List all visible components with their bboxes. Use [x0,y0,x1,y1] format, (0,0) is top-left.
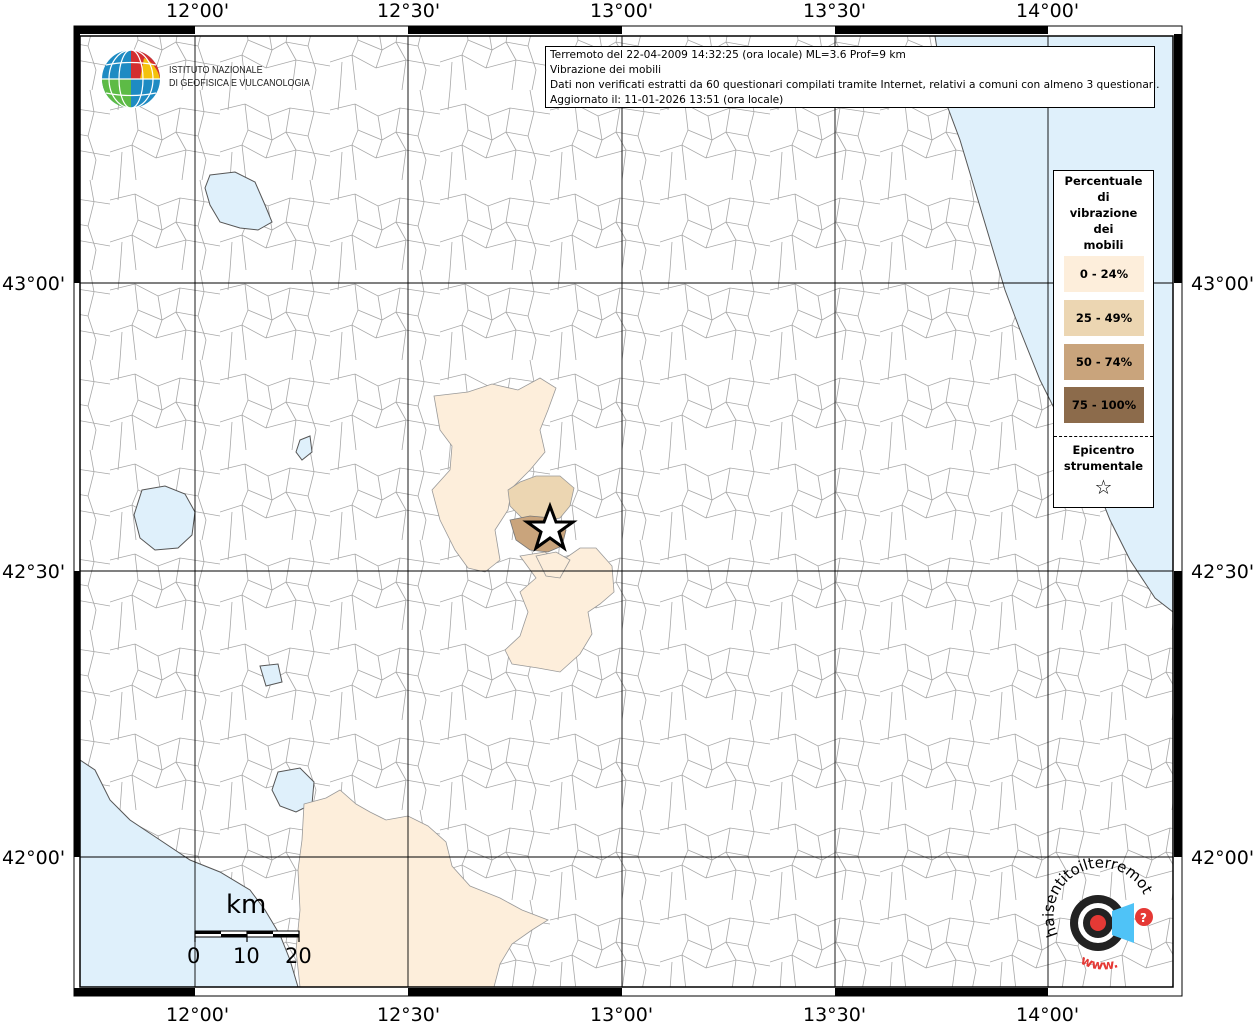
lon-label-top-1400: 14°00' [1016,0,1079,22]
legend-title-line4: dei [1093,222,1114,236]
lon-label-bottom-1200: 12°00' [166,1004,229,1024]
legend-title-line2: di [1097,190,1110,204]
ingv-globe-logo [102,49,160,109]
lat-label-left-4200: 42°00' [2,847,65,869]
legend-epicenter-line2: strumentale [1063,459,1144,473]
data-note: Dati non verificati estratti da 60 quest… [550,79,1160,91]
lon-label-top-1230: 12°30' [377,0,440,22]
lon-label-bottom-1330: 13°30' [803,1004,866,1024]
lat-label-left-4300: 43°00' [2,273,65,295]
event-info-box: Terremoto del 22-04-2009 14:32:25 (ora l… [545,46,1160,108]
legend: Percentuale di vibrazione dei mobili 0 -… [1053,170,1154,508]
lon-label-bottom-1400: 14°00' [1016,1004,1079,1024]
legend-label-50-74: 50 - 74% [1075,355,1133,369]
legend-swatch-75-100: 75 - 100% [1064,387,1144,423]
lake-bolsena [133,485,196,551]
lat-label-left-4230: 42°30' [2,561,65,583]
legend-title-line5: mobili [1083,238,1124,252]
lon-label-top-1330: 13°30' [803,0,866,22]
updated-timestamp: Aggiornato il: 11-01-2026 13:51 (ora loc… [550,94,784,106]
legend-divider [1054,436,1153,437]
legend-epicenter-line1: Epicentro [1072,443,1135,457]
lon-label-bottom-1300: 13°00' [590,1004,653,1024]
legend-label-25-49: 25 - 49% [1075,311,1133,325]
lat-label-right-4200: 42°00' [1191,847,1254,869]
legend-star-icon: ☆ [1094,475,1113,499]
legend-title-line1: Percentuale [1064,174,1143,188]
scale-tick-0: 0 [187,944,201,968]
legend-epicenter-label: Epicentro strumentale [1054,442,1153,474]
event-title: Terremoto del 22-04-2009 14:32:25 (ora l… [550,49,906,61]
scale-tick-20: 20 [285,944,312,968]
lon-label-top-1300: 13°00' [590,0,653,22]
legend-title: Percentuale di vibrazione dei mobili [1064,171,1144,253]
legend-label-0-24: 0 - 24% [1079,267,1129,281]
lat-label-right-4230: 42°30' [1191,561,1254,583]
legend-label-75-100: 75 - 100% [1071,398,1137,412]
lon-label-bottom-1230: 12°30' [377,1004,440,1024]
legend-swatch-25-49: 25 - 49% [1064,300,1144,336]
legend-swatch-0-24: 0 - 24% [1064,256,1144,292]
ingv-name-line1: ISTITUTO NAZIONALE [169,64,263,76]
lat-label-right-4300: 43°00' [1191,273,1254,295]
scale-tick-10: 10 [233,944,260,968]
ingv-name: ISTITUTO NAZIONALE DI GEOFISICA E VULCAN… [169,64,310,90]
ingv-name-line2: DI GEOFISICA E VULCANOLOGIA [169,77,310,89]
svg-text:?: ? [1140,911,1147,925]
legend-title-line3: vibrazione [1069,206,1138,220]
hai-sentito-www: www. [1078,953,1120,974]
hai-sentito-logo[interactable]: ? haisentitoilterremoto.it www. [1040,855,1170,980]
legend-swatch-50-74: 50 - 74% [1064,344,1144,380]
map-subject: Vibrazione dei mobili [550,64,662,76]
lon-label-top-1200: 12°00' [166,0,229,22]
